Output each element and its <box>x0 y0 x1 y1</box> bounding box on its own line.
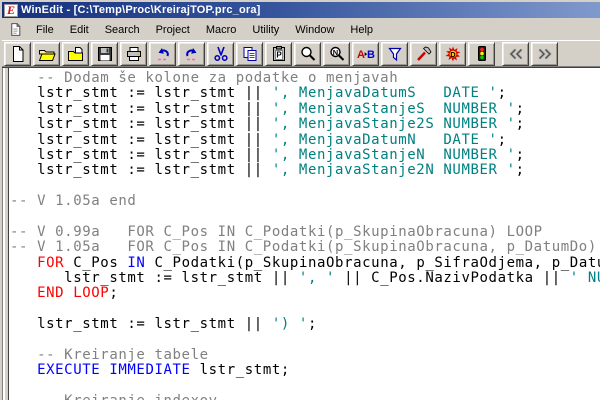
winedit-window: E WinEdit - [C:\Temp\Proc\KreirajTOP.prc… <box>0 0 600 400</box>
code-line: EXECUTE IMMEDIATE lstr_stmt; <box>37 362 290 379</box>
navigate-forward-button[interactable] <box>531 41 558 66</box>
bug-icon: D <box>444 45 462 63</box>
scissors-icon <box>212 45 230 63</box>
code-line: lstr_stmt := lstr_stmt || ', MenjavaDatu… <box>10 85 507 102</box>
run-button[interactable] <box>468 41 495 66</box>
menu-item-macro[interactable]: Macro <box>198 22 245 38</box>
code-line: lstr_stmt := lstr_stmt || ', ' || C_Pos.… <box>10 270 600 287</box>
svg-text:D: D <box>450 49 456 58</box>
new-document-icon <box>9 45 27 63</box>
code-line: lstr_stmt := lstr_stmt || ') '; <box>10 316 317 333</box>
magnifier-icon <box>299 45 317 63</box>
save-button[interactable] <box>91 41 118 66</box>
redo-arrow-icon <box>183 45 201 63</box>
clipboard-icon: P <box>270 45 288 63</box>
copy-pages-icon <box>241 45 259 63</box>
svg-text:A: A <box>357 49 365 61</box>
copy-button[interactable] <box>236 41 263 66</box>
undo-button[interactable] <box>149 41 176 66</box>
code-line: lstr_stmt := lstr_stmt || ', MenjavaStan… <box>10 116 525 133</box>
svg-text:B: B <box>367 49 375 61</box>
printer-icon <box>125 45 143 63</box>
document-icon[interactable] <box>8 22 23 37</box>
menu-item-file[interactable]: File <box>28 22 62 38</box>
double-arrow-right-icon <box>536 45 554 63</box>
code-line: -- Kreiranje indexov <box>10 394 600 400</box>
menu-bar: File Edit Search Project Macro Utility Window H… <box>2 18 600 40</box>
cut-button[interactable] <box>207 41 234 66</box>
menu-item-search[interactable]: Search <box>97 22 148 38</box>
open-file-button[interactable] <box>33 41 60 66</box>
redo-button[interactable] <box>178 41 205 66</box>
traffic-light-icon <box>473 45 491 63</box>
code-line: lstr_stmt := lstr_stmt || ', MenjavaDatu… <box>10 131 507 148</box>
print-button[interactable] <box>120 41 147 66</box>
code-line: -- Dodam še kolone za podatke o menjavah <box>10 70 399 86</box>
floppy-disk-icon <box>96 45 114 63</box>
open-project-button[interactable] <box>62 41 89 66</box>
code-line: -- Kreiranje tabele <box>10 347 209 364</box>
filter-button[interactable] <box>381 41 408 66</box>
paste-button[interactable]: P <box>265 41 292 66</box>
open-folder-icon <box>38 45 56 63</box>
menu-item-project[interactable]: Project <box>148 22 198 38</box>
double-arrow-left-icon <box>507 45 525 63</box>
undo-arrow-icon <box>154 45 172 63</box>
menu-item-edit[interactable]: Edit <box>62 22 97 38</box>
find-next-button[interactable]: N <box>323 41 350 66</box>
hammer-icon <box>415 45 433 63</box>
folder-document-icon <box>67 45 85 63</box>
code-line: -- V 1.05a FOR C_Pos IN C_Podatki(p_Skup… <box>10 239 597 256</box>
compile-button[interactable] <box>410 41 437 66</box>
winedit-app-icon: E <box>4 3 18 17</box>
find-button[interactable] <box>294 41 321 66</box>
code-lines[interactable]: -- Dodam še kolone za podatke o menjavah… <box>9 68 600 400</box>
code-editor[interactable]: -- Dodam še kolone za podatke o menjavah… <box>2 67 600 400</box>
editor-left-edge <box>2 68 9 400</box>
replace-button[interactable]: AB <box>352 41 379 66</box>
code-line: -- V 1.05a end <box>10 193 137 210</box>
menu-item-help[interactable]: Help <box>342 22 381 38</box>
svg-text:P: P <box>276 50 282 59</box>
menu-items-container: File Edit Search Project Macro Utility Window H… <box>28 20 381 38</box>
a-to-b-icon: AB <box>357 45 375 63</box>
new-document-button[interactable] <box>4 41 31 66</box>
magnifier-n-icon: N <box>328 45 346 63</box>
menu-item-window[interactable]: Window <box>287 22 342 38</box>
toolbar: P N AB D <box>2 40 600 67</box>
code-line: END LOOP; <box>37 285 119 302</box>
code-line: lstr_stmt := lstr_stmt || ', MenjavaStan… <box>10 100 525 117</box>
debug-button[interactable]: D <box>439 41 466 66</box>
navigate-back-button[interactable] <box>502 41 529 66</box>
menu-item-utility[interactable]: Utility <box>244 22 287 38</box>
code-line: lstr_stmt := lstr_stmt || ', MenjavaStan… <box>10 146 525 163</box>
code-line: -- V 0.99a FOR C_Pos IN C_Podatki(p_Skup… <box>10 223 543 240</box>
funnel-icon <box>386 45 404 63</box>
code-line: FOR C_Pos IN C_Podatki(p_SkupinaObracuna… <box>37 254 600 271</box>
title-bar: E WinEdit - [C:\Temp\Proc\KreirajTOP.prc… <box>2 2 600 18</box>
svg-text:N: N <box>332 47 337 56</box>
code-line: lstr_stmt := lstr_stmt || ', MenjavaStan… <box>10 162 525 179</box>
window-title: WinEdit - [C:\Temp\Proc\KreirajTOP.prc_o… <box>21 4 261 16</box>
